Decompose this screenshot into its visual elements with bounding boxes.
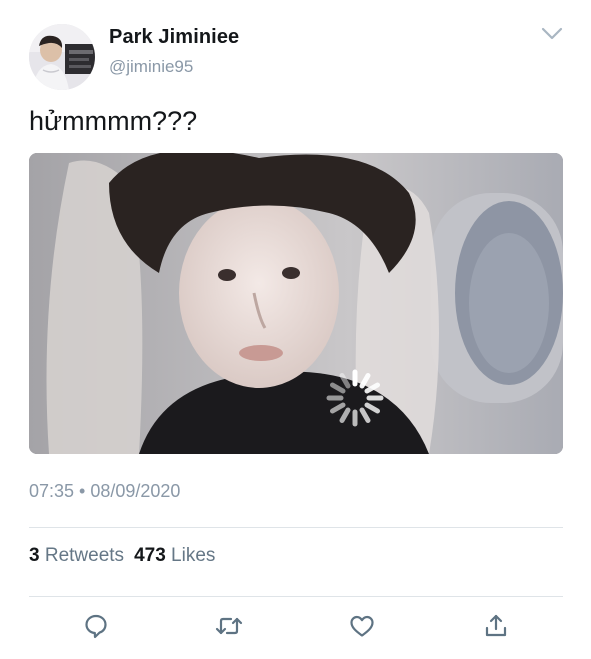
chevron-down-icon[interactable] [540, 26, 564, 42]
tweet-timestamp[interactable]: 07:35 • 08/09/2020 [29, 481, 180, 502]
retweets-label: Retweets [44, 545, 125, 566]
divider [29, 527, 563, 528]
heart-icon [350, 615, 374, 637]
author-avatar[interactable] [29, 24, 95, 90]
retweets-count: 3 [29, 545, 40, 566]
retweet-button[interactable] [214, 611, 244, 641]
author-handle[interactable]: @jiminie95 [109, 57, 193, 77]
tweet-text: hửmmmm??? [29, 106, 198, 136]
likes-count: 473 [134, 545, 166, 566]
author-display-name[interactable]: Park Jiminiee [109, 26, 239, 49]
retweets-stat[interactable]: 3 Retweets [29, 545, 124, 566]
tweet-card: Park Jiminiee @jiminie95 hửmmmm??? 07:35… [0, 0, 591, 659]
likes-stat[interactable]: 473 Likes [134, 545, 215, 566]
likes-label: Likes [171, 545, 216, 566]
tweet-stats: 3 Retweets 473 Likes [29, 545, 215, 567]
divider [29, 596, 563, 597]
retweet-icon [215, 617, 243, 635]
reply-button[interactable] [81, 611, 111, 641]
reply-icon [85, 614, 107, 639]
share-icon [485, 614, 507, 637]
like-button[interactable] [347, 611, 377, 641]
share-button[interactable] [481, 611, 511, 641]
tweet-media[interactable] [29, 153, 563, 454]
